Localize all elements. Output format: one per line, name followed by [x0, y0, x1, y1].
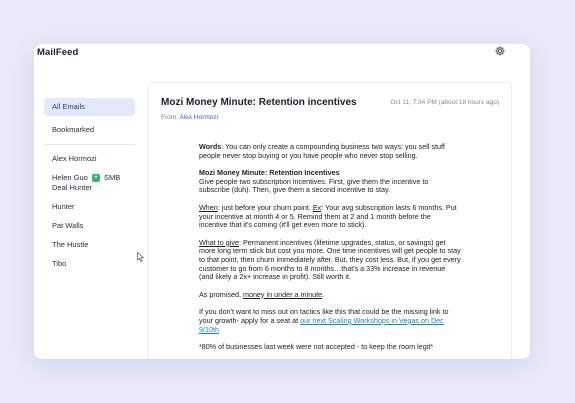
email-view: Mozi Money Minute: Retention incentives … — [148, 82, 512, 359]
app-window: MailFeed All Emails Bookmarked Alex Horm… — [34, 44, 530, 359]
nav-bookmarked[interactable]: Bookmarked — [44, 121, 135, 139]
app-title: MailFeed — [37, 47, 79, 58]
paragraph: As promised, money in under a minute. — [199, 289, 461, 300]
gear-icon[interactable] — [494, 44, 506, 56]
paragraph: If you don't want to miss out on tactics… — [199, 308, 461, 334]
nav-all-emails[interactable]: All Emails — [44, 98, 135, 116]
feed-alex-hormozi[interactable]: Alex Hormozi — [44, 154, 135, 164]
feed-label: Deal Hunter — [52, 183, 93, 192]
paragraph: Words: You can only create a compounding… — [199, 142, 461, 160]
email-from: From: Alex Hormozi — [161, 114, 218, 121]
email-body: Words: You can only create a compounding… — [199, 142, 461, 359]
feed-helen-guo[interactable]: Helen Guo + SMB Deal Hunter — [44, 173, 135, 193]
text: Give people two subscription incentives.… — [199, 176, 429, 195]
feed-label: Helen Guo — [52, 173, 88, 182]
sidebar: All Emails Bookmarked Alex Hormozi Helen… — [44, 98, 135, 278]
from-label: From: — [161, 114, 178, 121]
feed-tibo[interactable]: Tibo — [44, 259, 135, 269]
email-subject: Mozi Money Minute: Retention incentives — [161, 97, 357, 108]
text: : Permanent incentives (lifetime upgrade… — [199, 237, 461, 282]
mouse-cursor-icon — [137, 249, 145, 262]
paragraph: Mozi Money Minute: Retention Incentives G… — [199, 168, 461, 195]
plus-badge-icon: + — [91, 174, 100, 183]
paragraph: When: just before your churn point. Ex: … — [199, 203, 461, 230]
feed-pat-walls[interactable]: Pat Walls — [44, 221, 135, 231]
feed-hunter[interactable]: Hunter — [44, 202, 135, 212]
paragraph: What to give: Permanent incentives (life… — [199, 237, 461, 282]
paragraph: *80% of businesses last week were not ac… — [199, 342, 434, 352]
from-sender-link[interactable]: Alex Hormozi — [179, 114, 218, 121]
feed-label: SMB — [104, 173, 121, 182]
text: : You can only create a compounding busi… — [199, 142, 445, 160]
sidebar-divider — [44, 144, 135, 145]
email-date: Oct 11, 7:34 PM (about 18 hours ago) — [390, 99, 499, 106]
underlined-text: money in under a minute — [242, 289, 323, 299]
text: As promised, — [199, 289, 243, 299]
feed-the-hustle[interactable]: The Hustle — [44, 240, 135, 250]
text: . — [322, 289, 325, 299]
